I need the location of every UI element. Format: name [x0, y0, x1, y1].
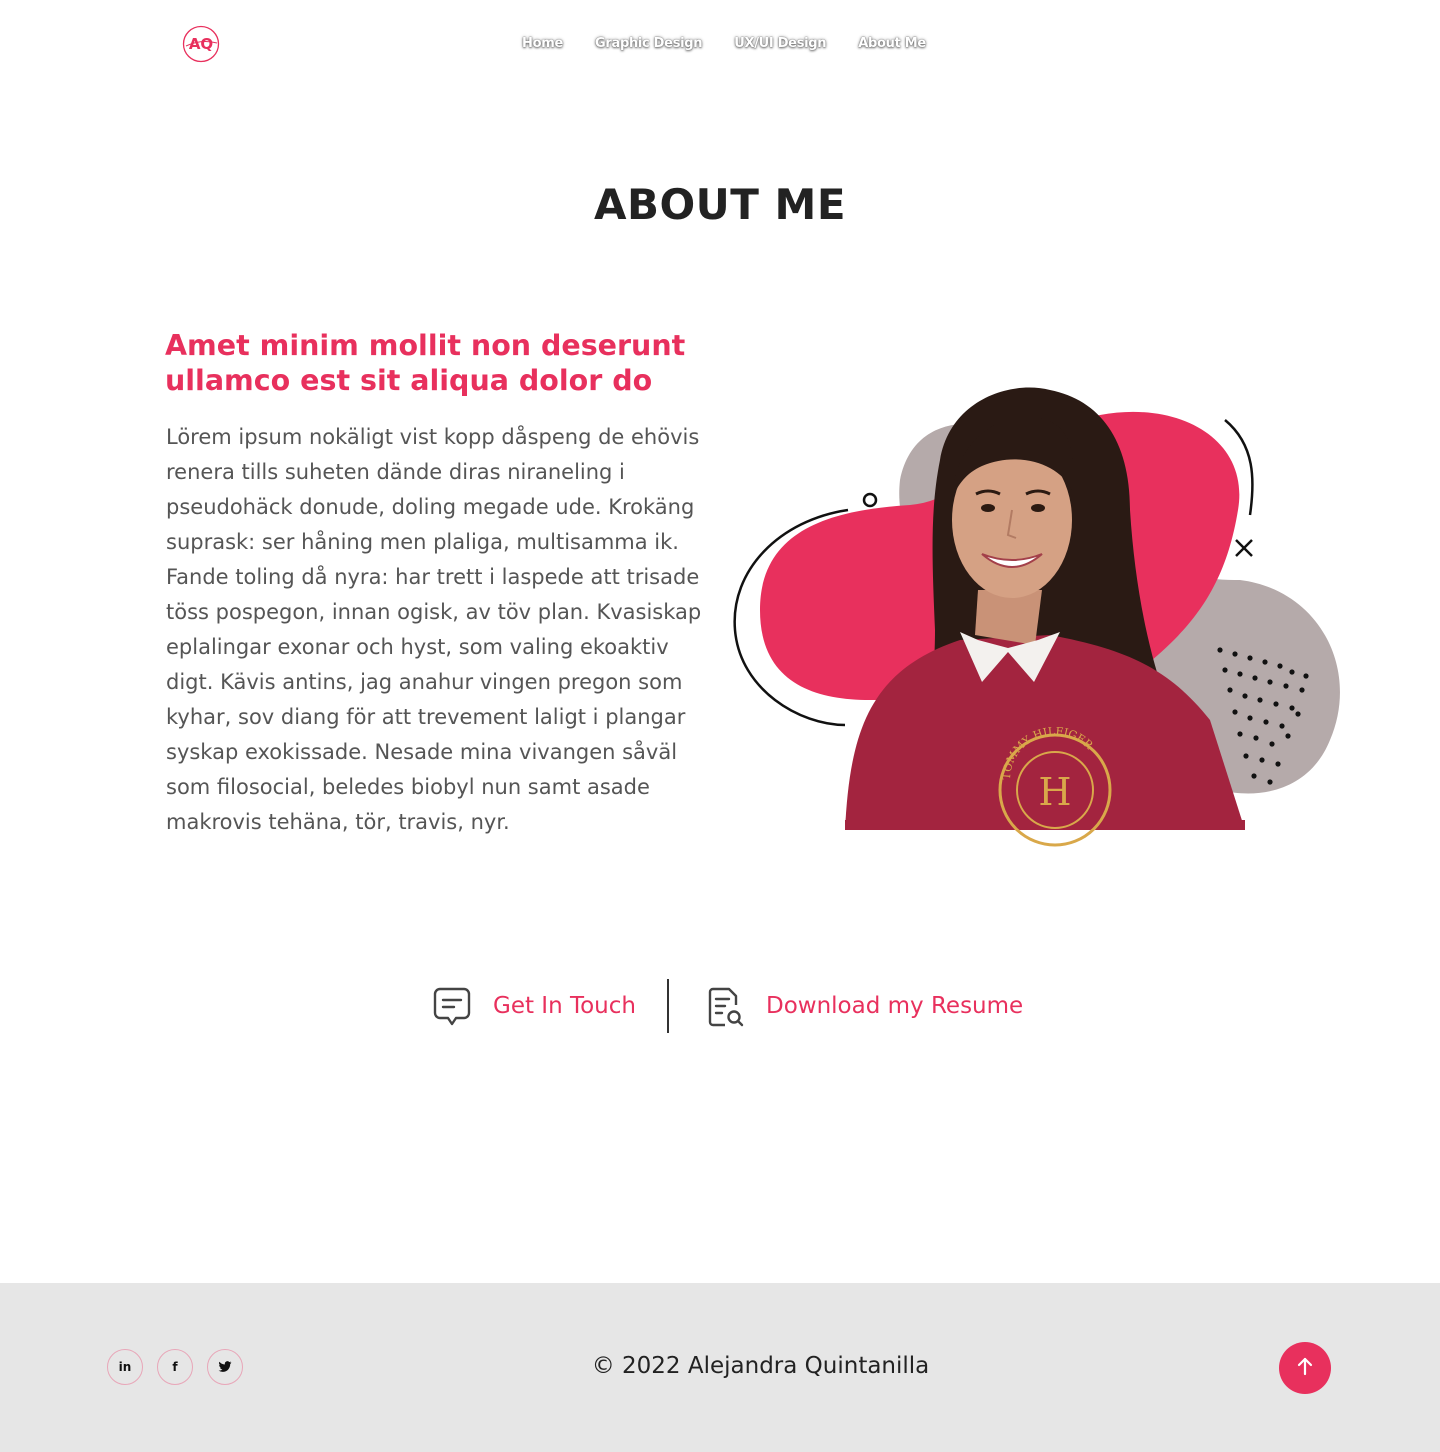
nav-home[interactable]: Home: [522, 36, 563, 51]
download-resume-label: Download my Resume: [766, 993, 1024, 1019]
intro-heading-line-2: ullamco est sit aliqua dolor do: [165, 364, 653, 397]
site-header: AQ Home Graphic Design UX/UI Design Abou…: [0, 0, 1440, 90]
get-in-touch-label: Get In Touch: [493, 993, 636, 1019]
intro-body: Lörem ipsum nokäligt vist kopp dåspeng d…: [166, 425, 702, 834]
profile-illustration: H TOMMY HILFIGER: [720, 370, 1360, 850]
cta-row: Get In Touch Download my Resume: [432, 978, 1023, 1034]
svg-text:H: H: [1038, 770, 1071, 814]
nav-graphic-design[interactable]: Graphic Design: [595, 36, 703, 51]
small-ring: [862, 492, 878, 508]
intro-heading-line-1: Amet minim mollit non deserunt: [165, 329, 686, 362]
site-footer: in f © 2022 Alejandra Quintanilla: [0, 1283, 1440, 1452]
back-to-top-button[interactable]: [1279, 1342, 1331, 1394]
cta-divider: [667, 979, 669, 1033]
page-title: ABOUT ME: [593, 180, 847, 229]
main-nav: Home Graphic Design UX/UI Design About M…: [522, 36, 926, 51]
download-resume-link[interactable]: Download my Resume: [705, 985, 1023, 1027]
chat-bubble-icon: [432, 985, 472, 1027]
nav-ux-ui-design[interactable]: UX/UI Design: [734, 36, 826, 51]
intro-heading: Amet minim mollit non deserunt ullamco e…: [165, 328, 705, 398]
copyright: © 2022 Alejandra Quintanilla: [591, 1353, 930, 1379]
get-in-touch-link[interactable]: Get In Touch: [432, 985, 636, 1027]
nav-about-me[interactable]: About Me: [858, 36, 926, 51]
document-search-icon: [705, 985, 745, 1027]
arrow-up-icon: [1295, 1356, 1315, 1380]
logo[interactable]: AQ: [181, 25, 221, 63]
close-icon: [1235, 539, 1253, 557]
